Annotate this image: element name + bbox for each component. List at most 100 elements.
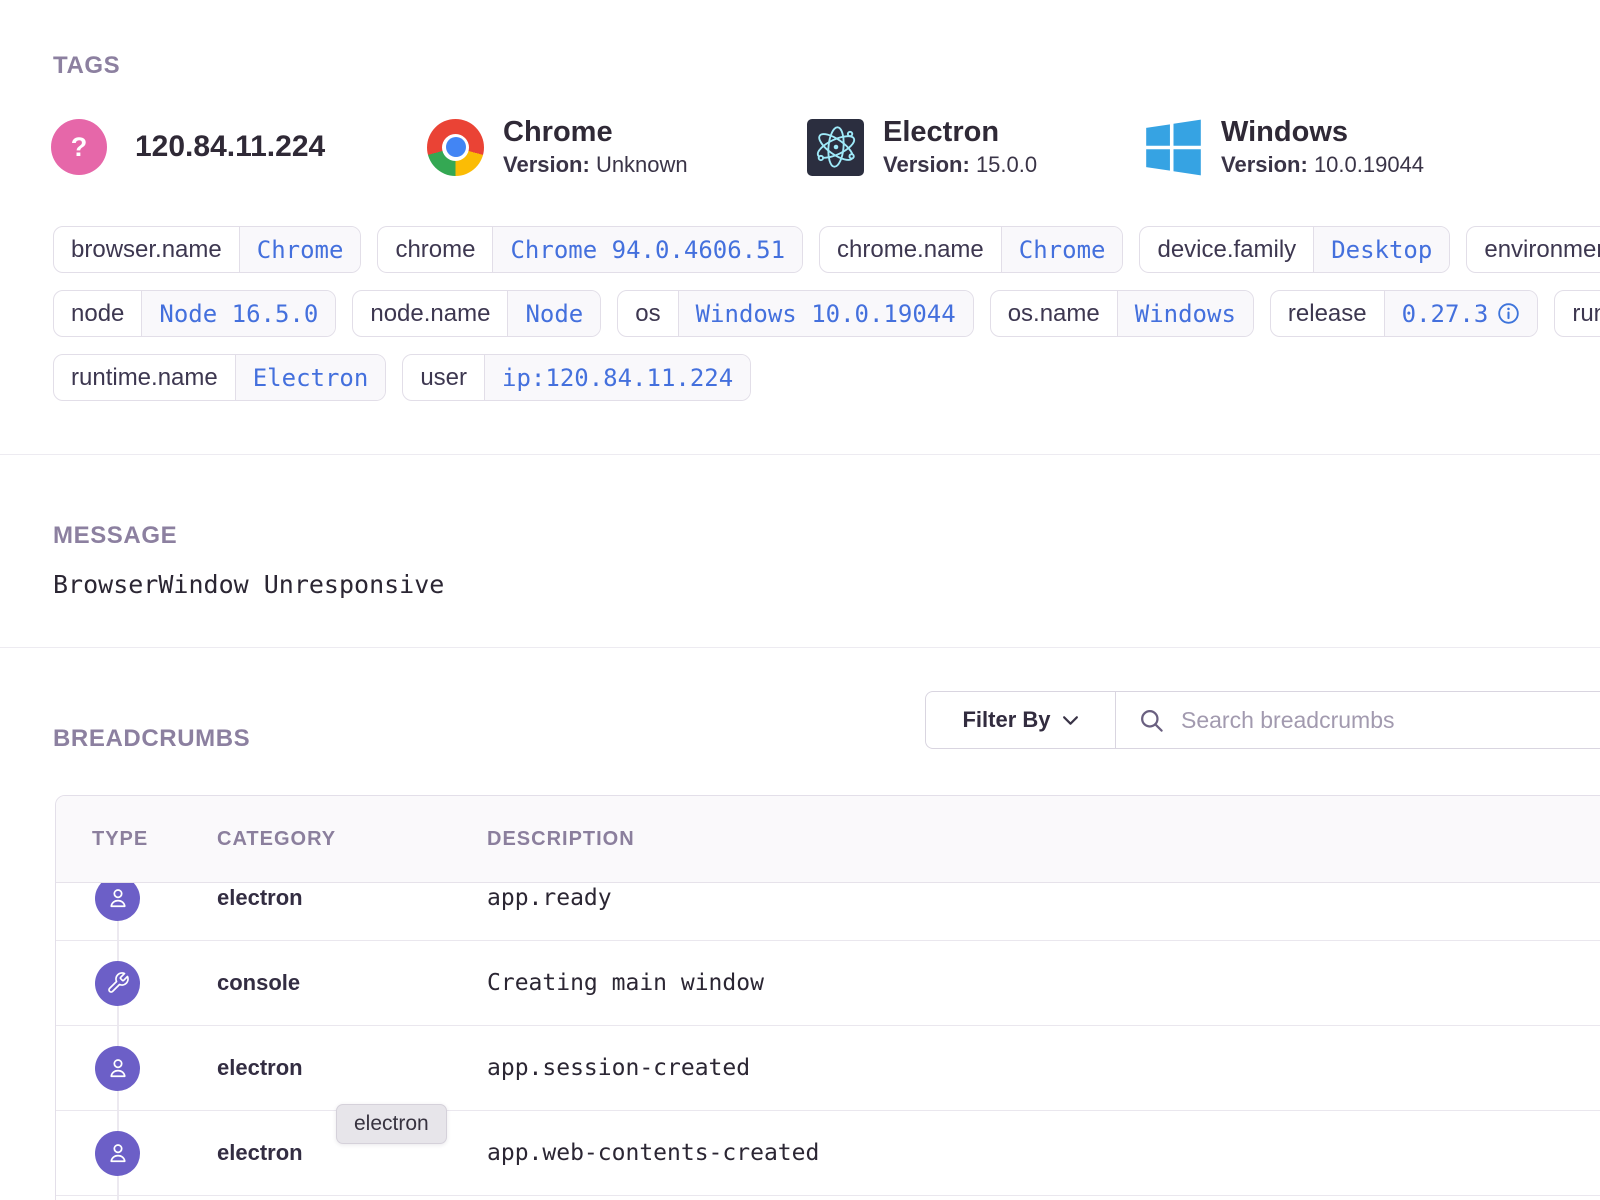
section-divider: [0, 647, 1600, 648]
tag-value-text: Chrome: [1019, 236, 1106, 264]
context-card-user: ? 120.84.11.224: [51, 108, 427, 186]
tooltip: electron: [336, 1104, 447, 1144]
tag-pill: os.name Windows: [990, 290, 1254, 337]
message-text: BrowserWindow Unresponsive: [53, 570, 444, 599]
breadcrumb-category: electron: [217, 1055, 487, 1081]
tag-value-text: Chrome 94.0.4606.51: [510, 236, 785, 264]
breadcrumb-row: consoleCreating main window: [56, 941, 1600, 1026]
tag-key: node: [54, 291, 141, 336]
wrench-icon: [95, 961, 140, 1006]
search-breadcrumbs-box: [1116, 692, 1600, 748]
breadcrumb-description: Creating main window: [487, 970, 1600, 996]
tag-key: runtime: [1555, 291, 1600, 336]
context-card-os: Windows Version: 10.0.19044: [1145, 108, 1424, 186]
question-avatar-icon: ?: [51, 119, 107, 175]
version-label: Version:: [503, 152, 590, 177]
context-version: Version: Unknown: [503, 152, 688, 178]
breadcrumb-description: app.session-created: [487, 1055, 1600, 1081]
avatar-glyph: ?: [71, 132, 88, 163]
tag-key: browser.name: [54, 227, 239, 272]
tag-pill: environment: [1466, 226, 1600, 273]
context-title-runtime: Electron: [883, 116, 1037, 149]
tag-pill-row: runtime.nameElectronuserip:120.84.11.224: [53, 354, 1600, 401]
breadcrumb-description: app.web-contents-created: [487, 1140, 1600, 1166]
tag-value-text: 0.27.3: [1402, 300, 1489, 328]
tag-pill: chrome Chrome 94.0.4606.51: [377, 226, 803, 273]
tag-key: os: [618, 291, 677, 336]
tag-value[interactable]: Desktop: [1313, 227, 1449, 272]
chrome-icon: [427, 119, 484, 176]
tag-value-text: ip:120.84.11.224: [502, 364, 733, 392]
tag-key: runtime.name: [54, 355, 235, 400]
tag-value[interactable]: Node 16.5.0: [141, 291, 335, 336]
version-value: 10.0.19044: [1314, 152, 1424, 177]
tag-pill: os Windows 10.0.19044: [617, 290, 973, 337]
breadcrumb-row: electronapp.session-created: [56, 1026, 1600, 1111]
event-detail-page: TAGS ? 120.84.11.224 Chrome Version: Unk…: [0, 0, 1600, 1200]
tag-pill: device.family Desktop: [1139, 226, 1450, 273]
tag-value[interactable]: Windows 10.0.19044: [678, 291, 973, 336]
tag-value[interactable]: Node: [507, 291, 600, 336]
tag-value-text: Node 16.5.0: [159, 300, 318, 328]
context-version: Version: 15.0.0: [883, 152, 1037, 178]
context-title-os: Windows: [1221, 116, 1424, 149]
breadcrumb-type-cell: [92, 1046, 217, 1091]
user-icon: [95, 1046, 140, 1091]
breadcrumb-row: electronapp.ready: [56, 883, 1600, 941]
column-header-type: TYPE: [92, 828, 217, 851]
tag-value-text: Windows: [1135, 300, 1236, 328]
tag-key: os.name: [991, 291, 1117, 336]
section-divider: [0, 454, 1600, 455]
tag-pill-row: nodeNode 16.5.0node.nameNodeosWindows 10…: [53, 290, 1600, 337]
tag-key: chrome: [378, 227, 492, 272]
chevron-down-icon: [1062, 715, 1079, 726]
context-title-ip: 120.84.11.224: [135, 130, 325, 164]
section-title-message: MESSAGE: [53, 522, 177, 550]
tag-pill: node Node 16.5.0: [53, 290, 336, 337]
context-card-runtime: Electron Version: 15.0.0: [807, 108, 1145, 186]
breadcrumbs-controls: Filter By: [925, 691, 1600, 749]
electron-icon: [807, 119, 864, 176]
tag-value[interactable]: Chrome: [239, 227, 361, 272]
breadcrumb-category: electron: [217, 885, 487, 911]
tag-value[interactable]: Electron: [235, 355, 386, 400]
tag-value[interactable]: 0.27.3: [1384, 291, 1538, 336]
version-label: Version:: [1221, 152, 1308, 177]
tag-pills: browser.nameChromechromeChrome 94.0.4606…: [53, 226, 1600, 418]
filter-by-button[interactable]: Filter By: [926, 692, 1116, 748]
tag-pill: release0.27.3: [1270, 290, 1538, 337]
context-card-browser: Chrome Version: Unknown: [427, 108, 807, 186]
breadcrumb-type-cell: [92, 883, 217, 921]
breadcrumb-type-cell: [92, 961, 217, 1006]
tag-pill: runtime.name Electron: [53, 354, 386, 401]
section-title-breadcrumbs: BREADCRUMBS: [53, 725, 250, 753]
tag-value-text: Electron: [253, 364, 369, 392]
tag-key: chrome.name: [820, 227, 1001, 272]
tag-key: device.family: [1140, 227, 1313, 272]
tag-value[interactable]: Chrome: [1001, 227, 1123, 272]
search-breadcrumbs-input[interactable]: [1179, 706, 1600, 735]
breadcrumb-type-cell: [92, 1131, 217, 1176]
tag-pill: runtime: [1554, 290, 1600, 337]
breadcrumbs-table-body: electronapp.readyconsoleCreating main wi…: [56, 883, 1600, 1200]
section-title-tags: TAGS: [53, 52, 120, 80]
tag-value-text: Desktop: [1331, 236, 1432, 264]
context-version: Version: 10.0.19044: [1221, 152, 1424, 178]
context-title-browser: Chrome: [503, 116, 688, 149]
tag-value[interactable]: Windows: [1117, 291, 1253, 336]
version-value: 15.0.0: [976, 152, 1037, 177]
tag-pill: browser.nameChrome: [53, 226, 361, 273]
tag-value-text: Windows 10.0.19044: [696, 300, 956, 328]
breadcrumb-category: console: [217, 970, 487, 996]
tag-value[interactable]: ip:120.84.11.224: [484, 355, 750, 400]
breadcrumb-row: electronapp.web-contents-created: [56, 1111, 1600, 1196]
breadcrumb-description: app.ready: [487, 885, 1600, 911]
version-label: Version:: [883, 152, 970, 177]
tag-value[interactable]: Chrome 94.0.4606.51: [492, 227, 802, 272]
info-icon[interactable]: [1497, 302, 1520, 325]
filter-by-label: Filter By: [962, 707, 1050, 733]
windows-icon: [1145, 119, 1202, 176]
version-value: Unknown: [596, 152, 688, 177]
event-contexts: ? 120.84.11.224 Chrome Version: Unknown: [51, 108, 1424, 186]
tag-pill-row: browser.nameChromechromeChrome 94.0.4606…: [53, 226, 1600, 273]
